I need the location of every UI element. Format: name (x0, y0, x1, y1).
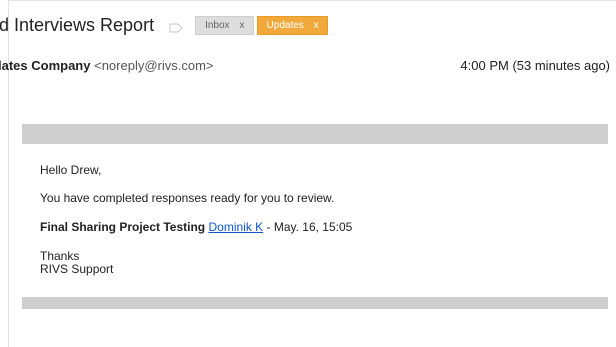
email-view: d Interviews Report Inbox x Updates x la… (0, 0, 616, 347)
label-inbox[interactable]: Inbox x (195, 15, 254, 35)
project-date: - May. 16, 15:05 (266, 220, 353, 234)
remove-label-updates-button[interactable]: x (314, 20, 319, 31)
project-line: Final Sharing Project Testing Dominik K … (40, 220, 352, 234)
subject-row: d Interviews Report Inbox x Updates x (0, 11, 331, 39)
sender-row: lates Company <noreply@rivs.com> 4:00 PM… (0, 58, 616, 74)
importance-marker-icon[interactable] (169, 20, 183, 33)
label-inbox-text: Inbox (205, 19, 230, 31)
intro-text: You have completed responses ready for y… (40, 191, 335, 205)
left-divider (8, 0, 9, 347)
greeting-text: Hello Drew, (40, 163, 102, 177)
label-updates-text: Updates (266, 19, 304, 31)
sender-email: <noreply@rivs.com> (94, 58, 214, 73)
label-updates[interactable]: Updates x (256, 15, 328, 35)
top-divider (8, 0, 616, 8)
assignee-link[interactable]: Dominik K (208, 220, 263, 234)
signoff: Thanks RIVS Support (40, 250, 113, 276)
email-timestamp: 4:00 PM (53 minutes ago) (460, 58, 610, 73)
email-subject: d Interviews Report (0, 14, 155, 35)
signature-text: RIVS Support (40, 262, 114, 276)
remove-label-inbox-button[interactable]: x (240, 20, 245, 31)
header-banner (22, 124, 608, 144)
sender-name[interactable]: lates Company (0, 58, 90, 73)
project-name: Final Sharing Project Testing (40, 220, 206, 234)
footer-banner (22, 297, 608, 309)
